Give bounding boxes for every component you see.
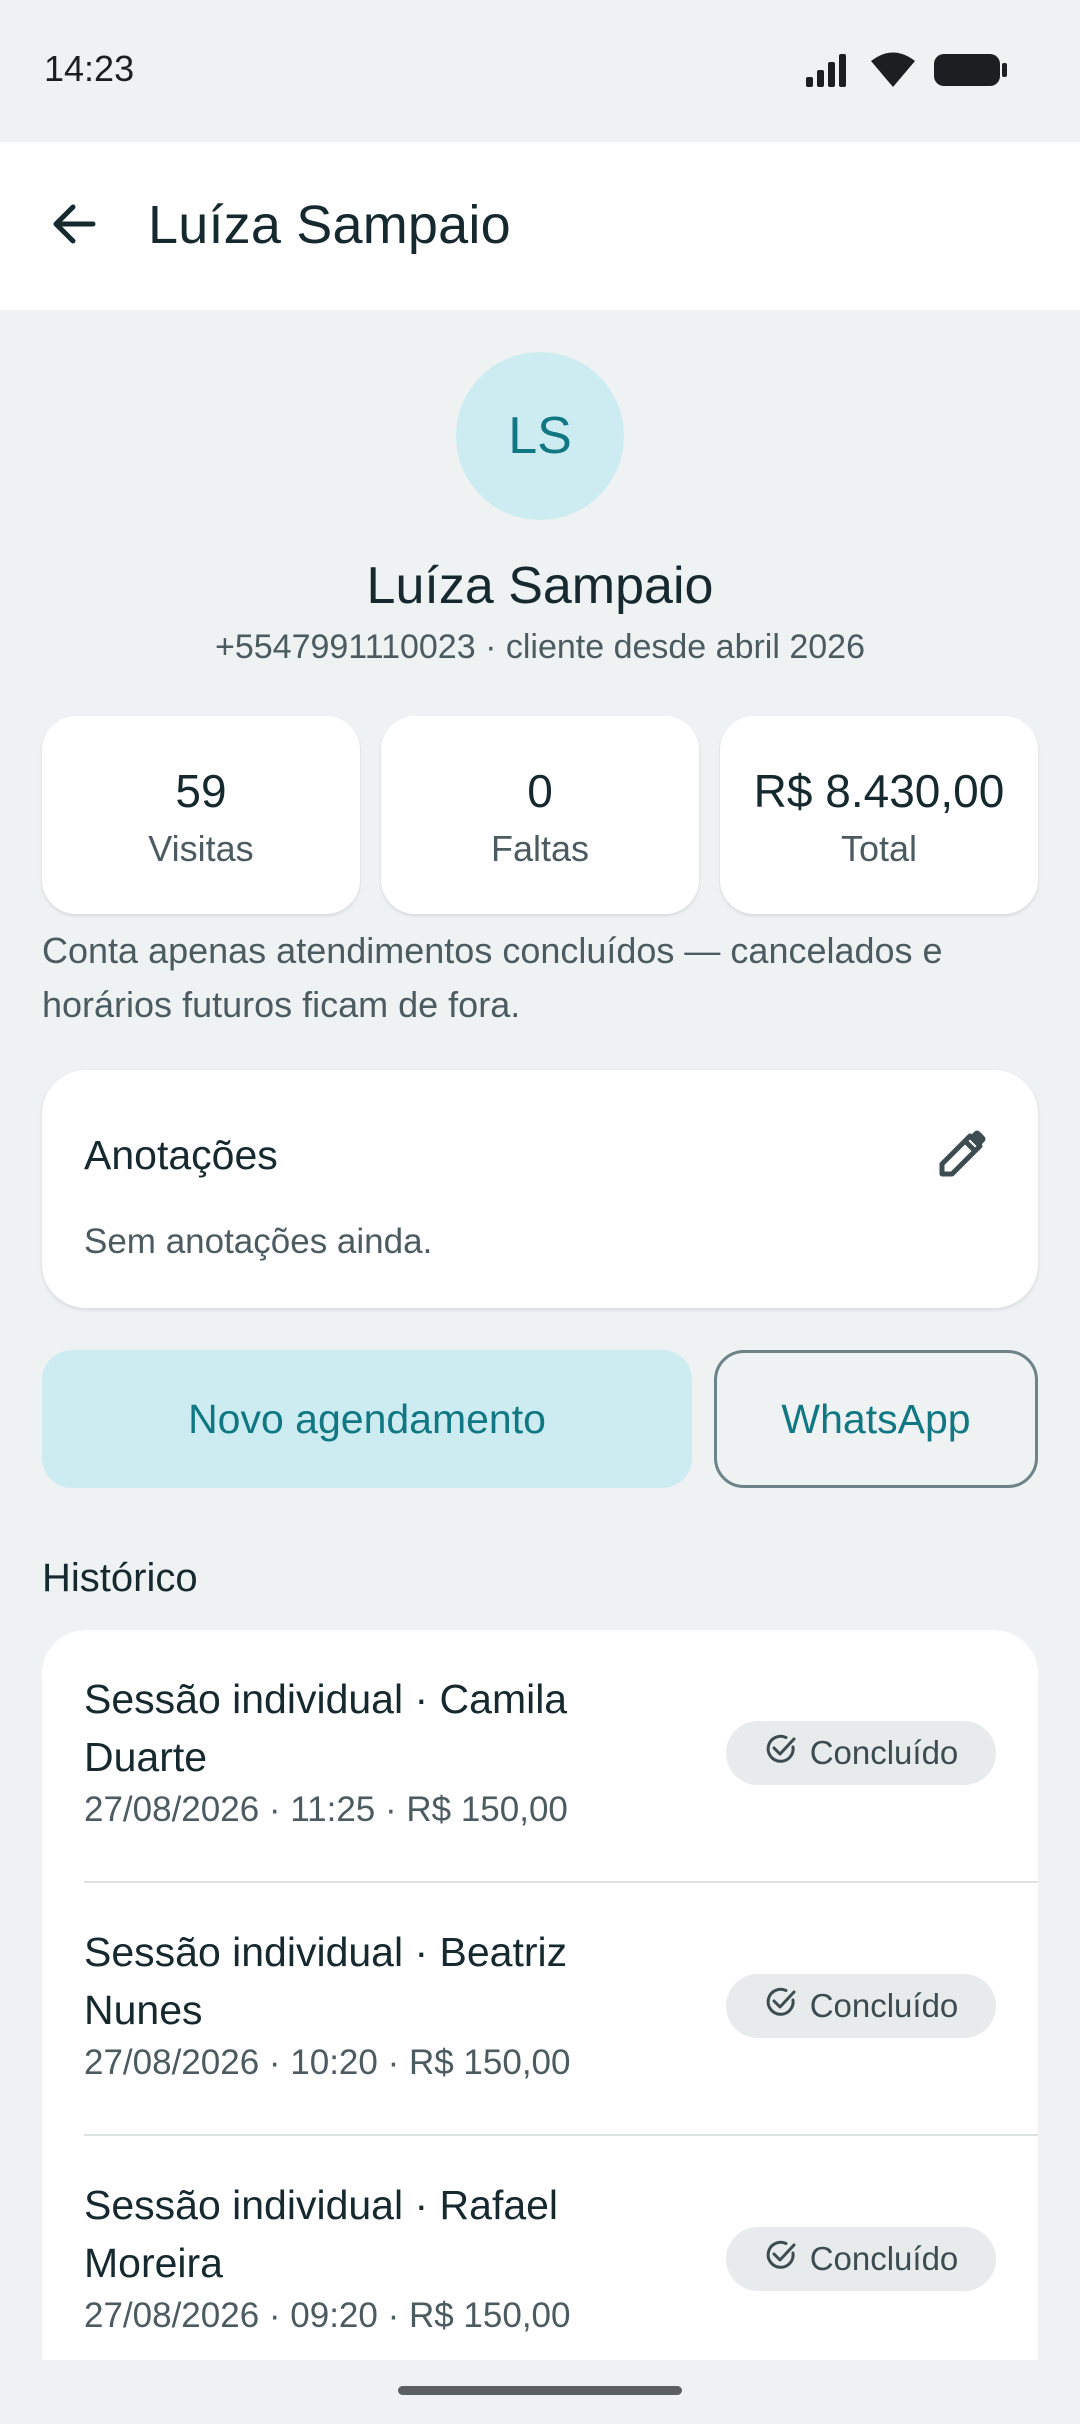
history-section-title: Histórico <box>42 1556 198 1600</box>
stat-card-total: R$ 8.430,00 Total <box>720 716 1038 914</box>
signal-icon <box>804 53 852 92</box>
notes-card: Anotações Sem anotações ainda. <box>42 1070 1038 1308</box>
edit-notes-button[interactable] <box>926 1120 998 1192</box>
notes-title: Anotações <box>84 1132 278 1178</box>
client-subtitle: +5547991110023 · cliente desde abril 202… <box>215 628 865 666</box>
status-badge: Concluído <box>726 2227 996 2291</box>
history-item[interactable]: Sessão individual · Beatriz Nunes 27/08/… <box>42 1883 1038 2136</box>
back-button[interactable] <box>34 186 114 266</box>
status-badge: Concluído <box>726 1974 996 2038</box>
battery-icon <box>934 52 1008 93</box>
arrow-left-icon <box>49 199 99 254</box>
stat-value: 0 <box>527 765 553 817</box>
stat-value: 59 <box>175 765 227 817</box>
status-label: Concluído <box>809 1987 959 2024</box>
check-circle-icon <box>764 2238 798 2280</box>
history-item-title: Sessão individual · Beatriz Nunes <box>84 1929 568 2033</box>
whatsapp-button[interactable]: WhatsApp <box>714 1350 1038 1488</box>
pencil-icon <box>934 1126 990 1187</box>
client-profile-screen: 14:23 Luíza Sampaio LS Luíza Sampaio +55… <box>0 0 1080 2424</box>
new-appointment-button[interactable]: Novo agendamento <box>42 1350 692 1488</box>
history-item[interactable]: Sessão individual · Camila Duarte 27/08/… <box>42 1630 1038 1883</box>
notes-body: Sem anotações ainda. <box>84 1222 433 1261</box>
app-bar: Luíza Sampaio <box>0 142 1080 310</box>
page-title: Luíza Sampaio <box>148 195 511 255</box>
stat-card-visits: 59 Visitas <box>42 716 360 914</box>
stats-note: Conta apenas atendimentos concluídos — c… <box>42 930 943 1025</box>
stat-label: Visitas <box>148 828 254 869</box>
stat-label: Faltas <box>490 828 590 869</box>
history-item[interactable]: Sessão individual · Rafael Moreira 27/08… <box>42 2136 1038 2360</box>
check-circle-icon <box>764 1732 798 1774</box>
stat-value: R$ 8.430,00 <box>753 765 1005 817</box>
wifi-icon <box>870 52 916 93</box>
gesture-navigation-bar[interactable] <box>398 2386 682 2395</box>
status-badge: Concluído <box>726 1721 996 1785</box>
status-label: Concluído <box>809 1734 959 1771</box>
stat-card-no-shows: 0 Faltas <box>381 716 699 914</box>
history-item-meta: 27/08/2026 · 09:20 · R$ 150,00 <box>84 2296 571 2335</box>
history-item-title: Sessão individual · Rafael Moreira <box>84 2182 559 2286</box>
avatar: LS <box>456 352 624 520</box>
history-item-title: Sessão individual · Camila Duarte <box>84 1676 568 1780</box>
status-label: Concluído <box>809 2240 959 2277</box>
status-icons <box>804 52 1008 93</box>
stat-label: Total <box>840 828 918 869</box>
client-name: Luíza Sampaio <box>366 557 714 615</box>
status-bar: 14:23 <box>0 0 1080 142</box>
history-item-meta: 27/08/2026 · 11:25 · R$ 150,00 <box>84 1790 568 1829</box>
history-list: Sessão individual · Camila Duarte 27/08/… <box>42 1630 1038 2360</box>
history-item-meta: 27/08/2026 · 10:20 · R$ 150,00 <box>84 2043 571 2082</box>
check-circle-icon <box>764 1985 798 2027</box>
status-time: 14:23 <box>44 48 135 89</box>
